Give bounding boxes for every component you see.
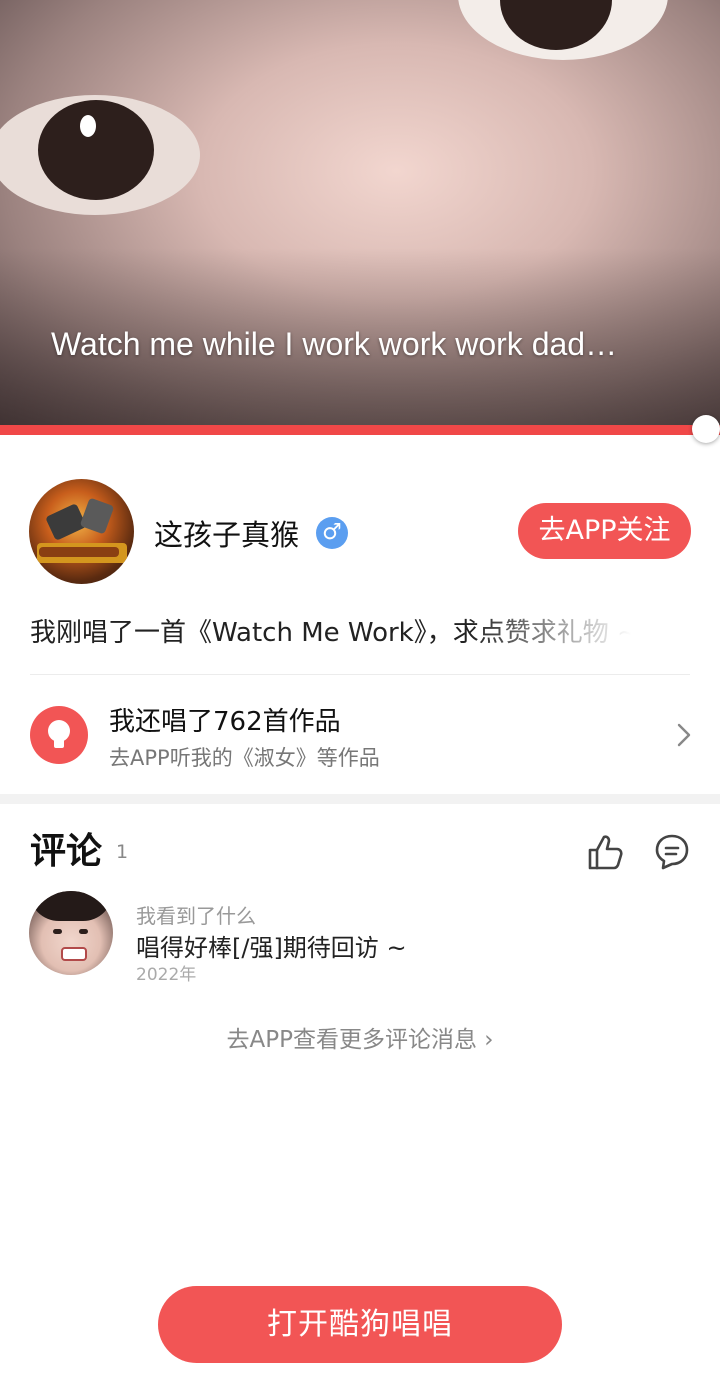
comment-icon[interactable] (654, 833, 690, 871)
comment-text: 唱得好棒[/强]期待回访 ~ (136, 934, 407, 962)
divider (30, 674, 690, 675)
commenter-name[interactable]: 我看到了什么 (136, 900, 256, 929)
more-works-row[interactable]: 我还唱了762首作品 去APP听我的《淑女》等作品 (0, 676, 720, 794)
more-comments-label: 去APP查看更多评论消息 (226, 1027, 477, 1053)
thumbs-up-icon[interactable] (587, 833, 623, 871)
male-gender-icon: ♂ (316, 517, 348, 549)
comment-time: 2022年 (136, 965, 197, 985)
user-name[interactable]: 这孩子真猴 (154, 512, 299, 554)
chevron-right-icon: › (484, 1027, 494, 1053)
section-separator (0, 794, 720, 804)
more-comments-link[interactable]: 去APP查看更多评论消息 › (0, 1020, 720, 1054)
comments-count: 1 (116, 841, 129, 863)
more-works-subtitle: 去APP听我的《淑女》等作品 (109, 746, 380, 770)
lyric-line: Watch me while I work work work dad… (51, 326, 618, 362)
song-cover-video[interactable]: Watch me while I work work work dad… (0, 0, 720, 428)
commenter-avatar[interactable] (29, 891, 113, 975)
progress-handle[interactable] (691, 415, 720, 443)
follow-in-app-button[interactable]: 去APP关注 (518, 503, 691, 559)
progress-fill (0, 425, 706, 435)
progress-bar[interactable] (0, 425, 720, 435)
more-works-title: 我还唱了762首作品 (109, 707, 341, 737)
user-avatar[interactable] (29, 479, 134, 584)
lightbulb-icon (30, 706, 88, 764)
open-app-button[interactable]: 打开酷狗唱唱 (158, 1286, 562, 1363)
comments-heading: 评论 (30, 831, 103, 872)
description-fade (470, 605, 660, 653)
cover-iris-left (38, 100, 154, 200)
cover-glint-left (80, 115, 96, 137)
chevron-right-icon (677, 723, 691, 747)
